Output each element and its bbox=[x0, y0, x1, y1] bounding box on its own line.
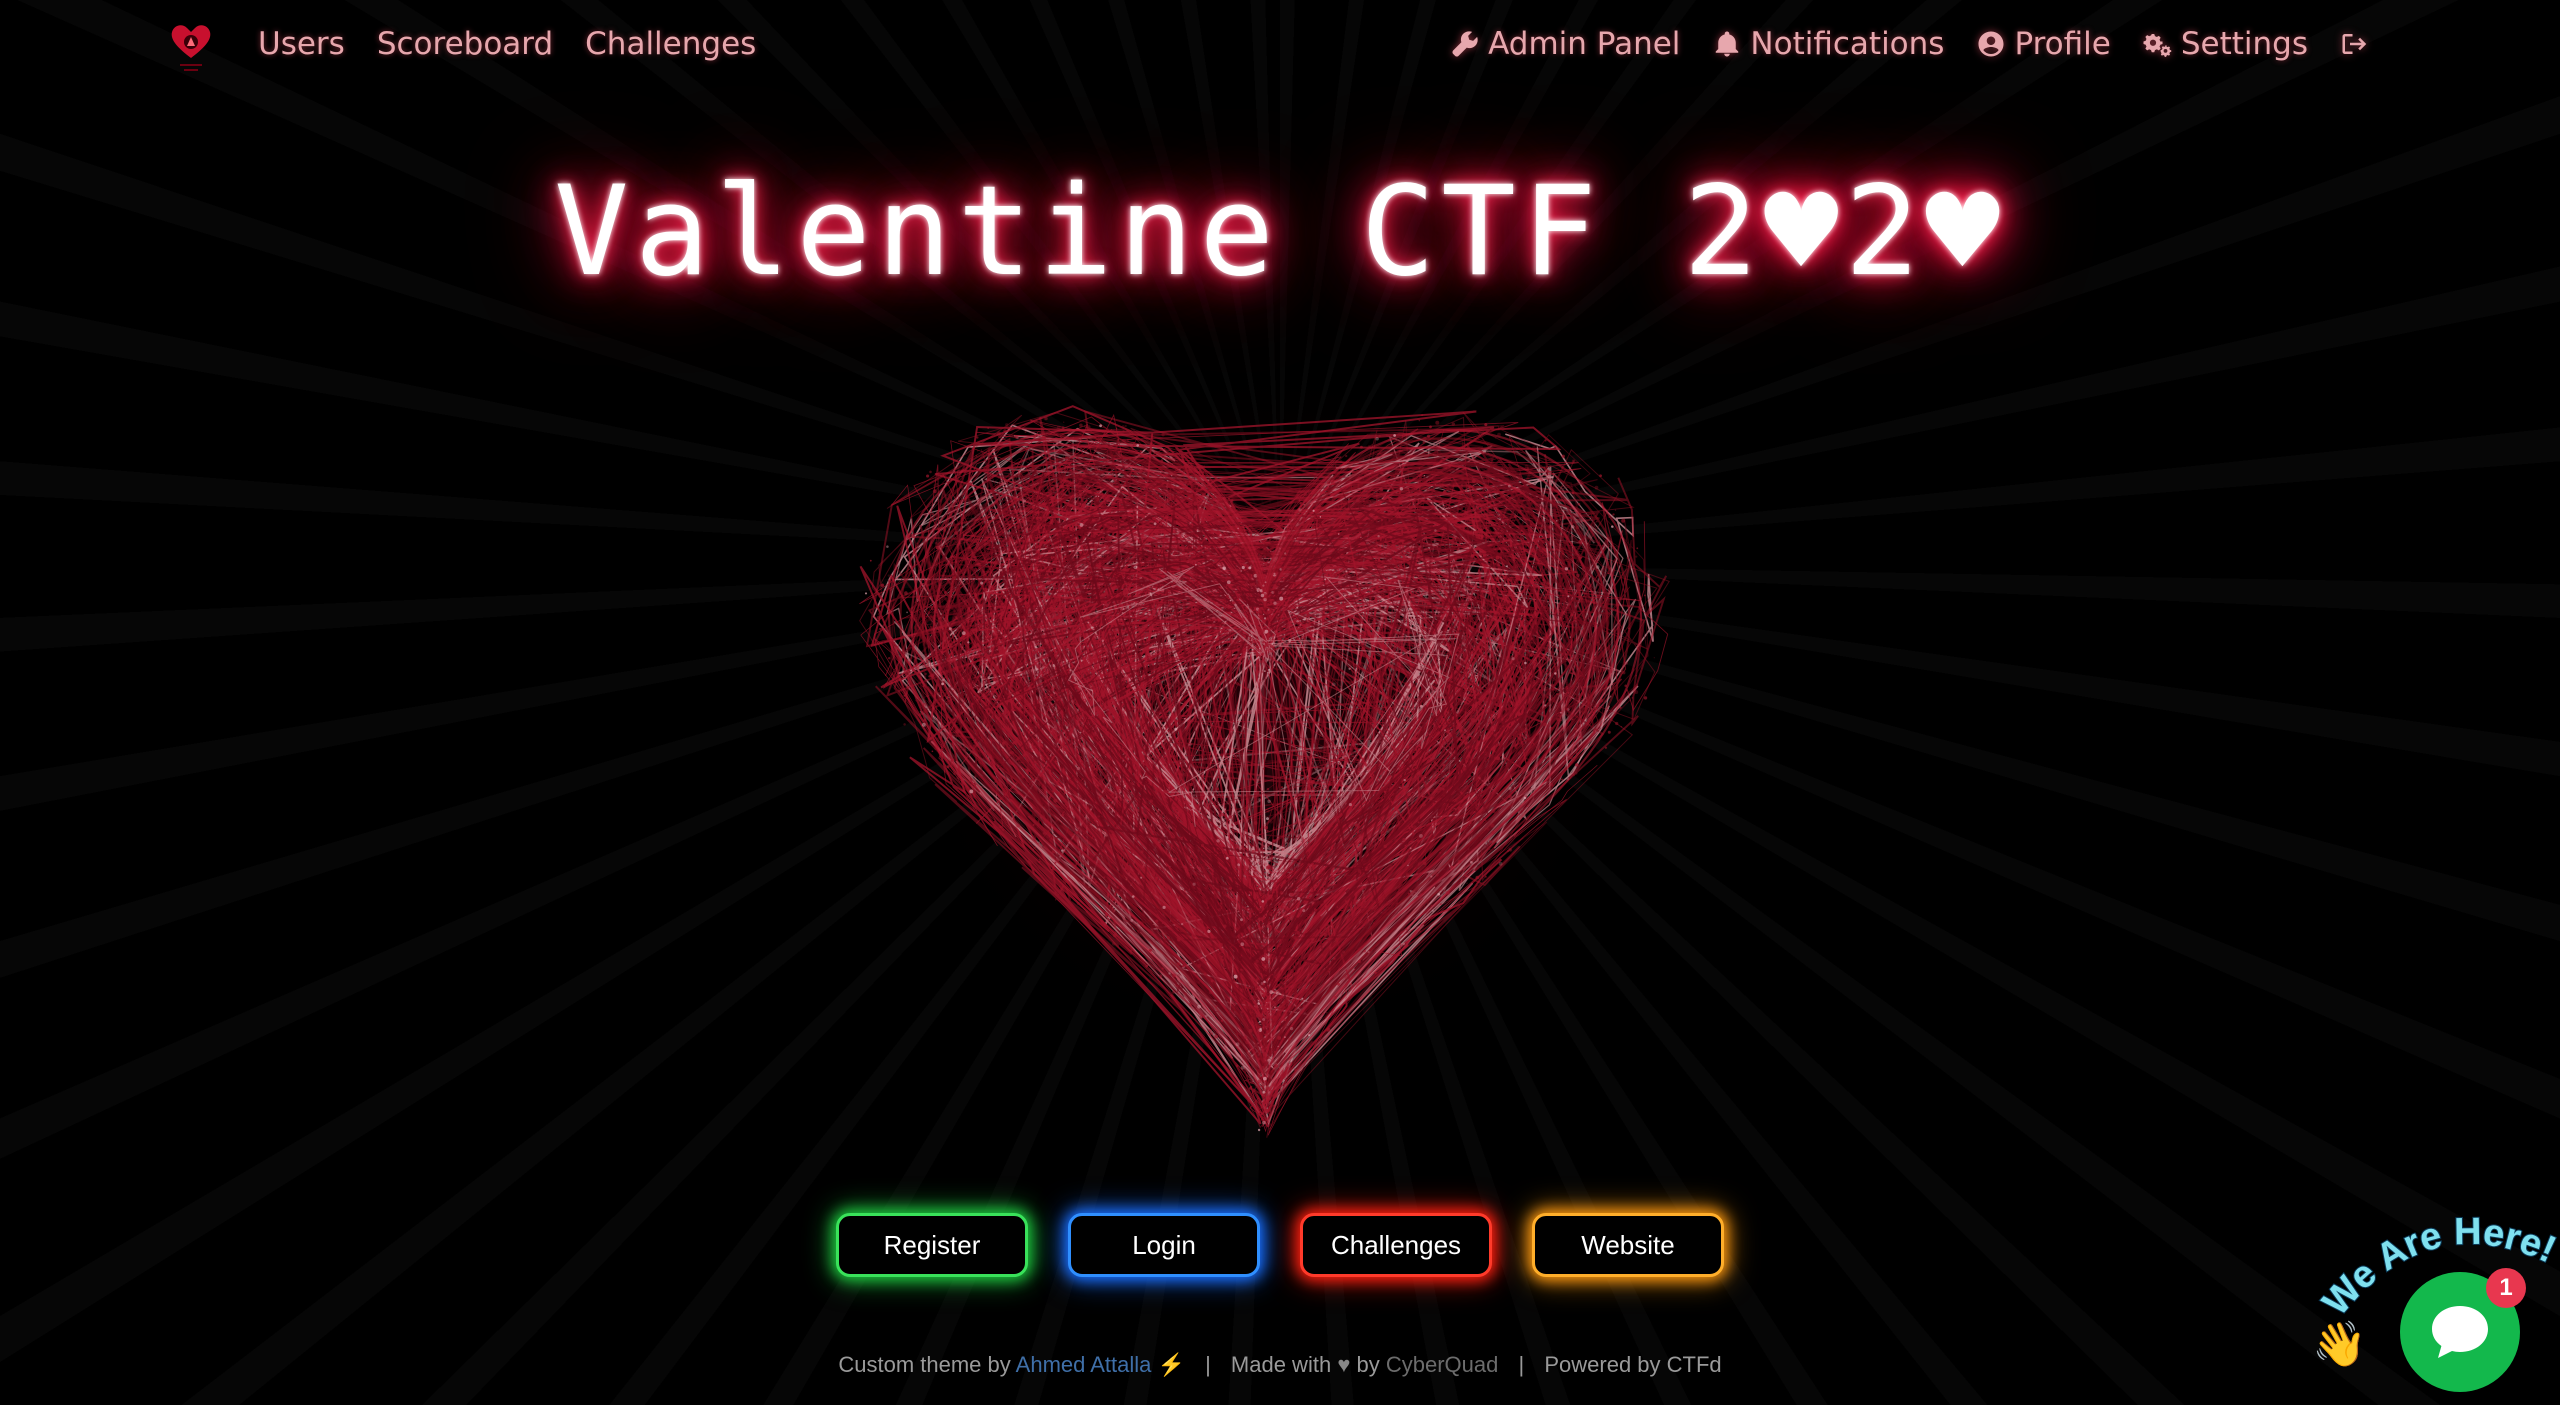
gears-icon bbox=[2143, 34, 2172, 57]
wrench-icon bbox=[1452, 31, 1478, 57]
nav-challenges[interactable]: Challenges bbox=[585, 18, 756, 70]
navbar: Users Scoreboard Challenges Admin Panel … bbox=[0, 0, 2560, 92]
nav-settings-label: Settings bbox=[2180, 26, 2308, 62]
nav-scoreboard-label: Scoreboard bbox=[376, 26, 554, 62]
particle-heart-image bbox=[850, 345, 1680, 1195]
footer-made-with: Made with bbox=[1230, 1352, 1332, 1377]
nav-logout[interactable] bbox=[2340, 29, 2370, 59]
nav-profile[interactable]: Profile bbox=[1976, 18, 2111, 70]
nav-notifications-label: Notifications bbox=[1750, 26, 1945, 62]
footer-by: by bbox=[1356, 1352, 1380, 1377]
challenges-button[interactable]: Challenges bbox=[1300, 1213, 1492, 1277]
nav-scoreboard[interactable]: Scoreboard bbox=[377, 18, 553, 70]
nav-profile-label: Profile bbox=[2014, 26, 2111, 62]
nav-users-label: Users bbox=[258, 26, 345, 62]
nav-users[interactable]: Users bbox=[258, 18, 345, 70]
logout-icon bbox=[2342, 34, 2367, 54]
bell-icon bbox=[1716, 31, 1739, 57]
nav-admin-panel[interactable]: Admin Panel bbox=[1450, 18, 1680, 70]
nav-left: Users Scoreboard Challenges bbox=[258, 18, 756, 70]
nav-admin-panel-label: Admin Panel bbox=[1488, 26, 1681, 62]
footer-custom-theme: Custom theme by bbox=[838, 1352, 1011, 1377]
nav-notifications[interactable]: Notifications bbox=[1712, 18, 1944, 70]
bolt-icon: ⚡ bbox=[1157, 1352, 1185, 1377]
nav-right: Admin Panel Notifications Profile Settin… bbox=[1450, 18, 2370, 70]
register-button[interactable]: Register bbox=[836, 1213, 1028, 1277]
footer-author-link[interactable]: Ahmed Attalla bbox=[1016, 1352, 1152, 1377]
action-buttons: Register Login Challenges Website bbox=[836, 1213, 1724, 1277]
nav-settings[interactable]: Settings bbox=[2143, 18, 2308, 70]
waving-hand-icon: 👋 bbox=[2312, 1319, 2367, 1370]
footer-separator: | bbox=[1518, 1352, 1525, 1377]
notification-badge: 1 bbox=[2486, 1268, 2526, 1308]
website-button[interactable]: Website bbox=[1532, 1213, 1724, 1277]
footer-powered-by: Powered by CTFd bbox=[1544, 1352, 1722, 1377]
logo[interactable] bbox=[168, 20, 214, 76]
user-circle-icon bbox=[1978, 31, 2004, 57]
nav-challenges-label: Challenges bbox=[585, 26, 757, 62]
footer-org-link[interactable]: CyberQuad bbox=[1386, 1352, 1499, 1377]
page-title: Valentine CTF 2♥2♥ bbox=[554, 160, 2006, 304]
footer-separator: | bbox=[1205, 1352, 1211, 1377]
chat-widget[interactable]: We Are Here! 👋 1 bbox=[2300, 1200, 2560, 1405]
login-button[interactable]: Login bbox=[1068, 1213, 1260, 1277]
footer: Custom theme by Ahmed Attalla ⚡ | Made w… bbox=[0, 1352, 2560, 1378]
page: Users Scoreboard Challenges Admin Panel … bbox=[0, 0, 2560, 1405]
chat-bubble-icon bbox=[2432, 1306, 2488, 1358]
heart-icon: ♥ bbox=[1337, 1352, 1351, 1377]
